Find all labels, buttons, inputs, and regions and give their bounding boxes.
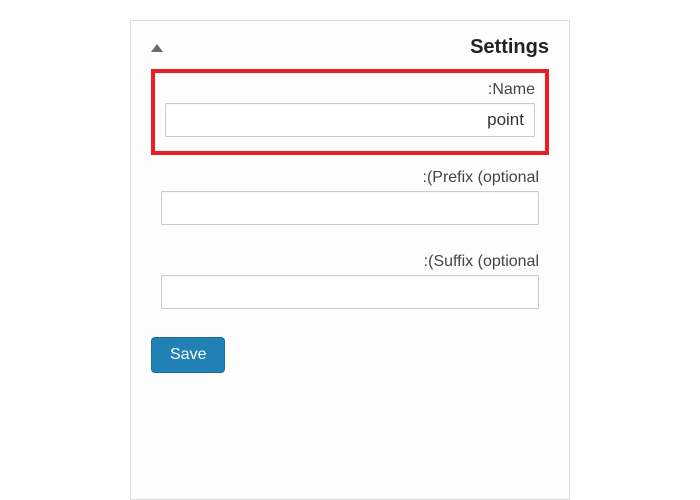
suffix-label: :(Suffix (optional	[161, 253, 539, 271]
suffix-input[interactable]	[161, 275, 539, 309]
panel-title: Settings	[470, 36, 549, 59]
panel-header: Settings	[151, 36, 549, 59]
name-label: :Name	[165, 81, 535, 99]
prefix-input[interactable]	[161, 191, 539, 225]
name-input[interactable]	[165, 103, 535, 137]
prefix-field-group: :(Prefix (optional	[151, 161, 549, 239]
save-button[interactable]: Save	[151, 337, 225, 373]
settings-panel: Settings :Name :(Prefix (optional :(Suff…	[130, 20, 570, 500]
collapse-up-icon[interactable]	[151, 44, 163, 52]
prefix-label: :(Prefix (optional	[161, 169, 539, 187]
name-field-group: :Name	[151, 69, 549, 155]
suffix-field-group: :(Suffix (optional	[151, 245, 549, 323]
